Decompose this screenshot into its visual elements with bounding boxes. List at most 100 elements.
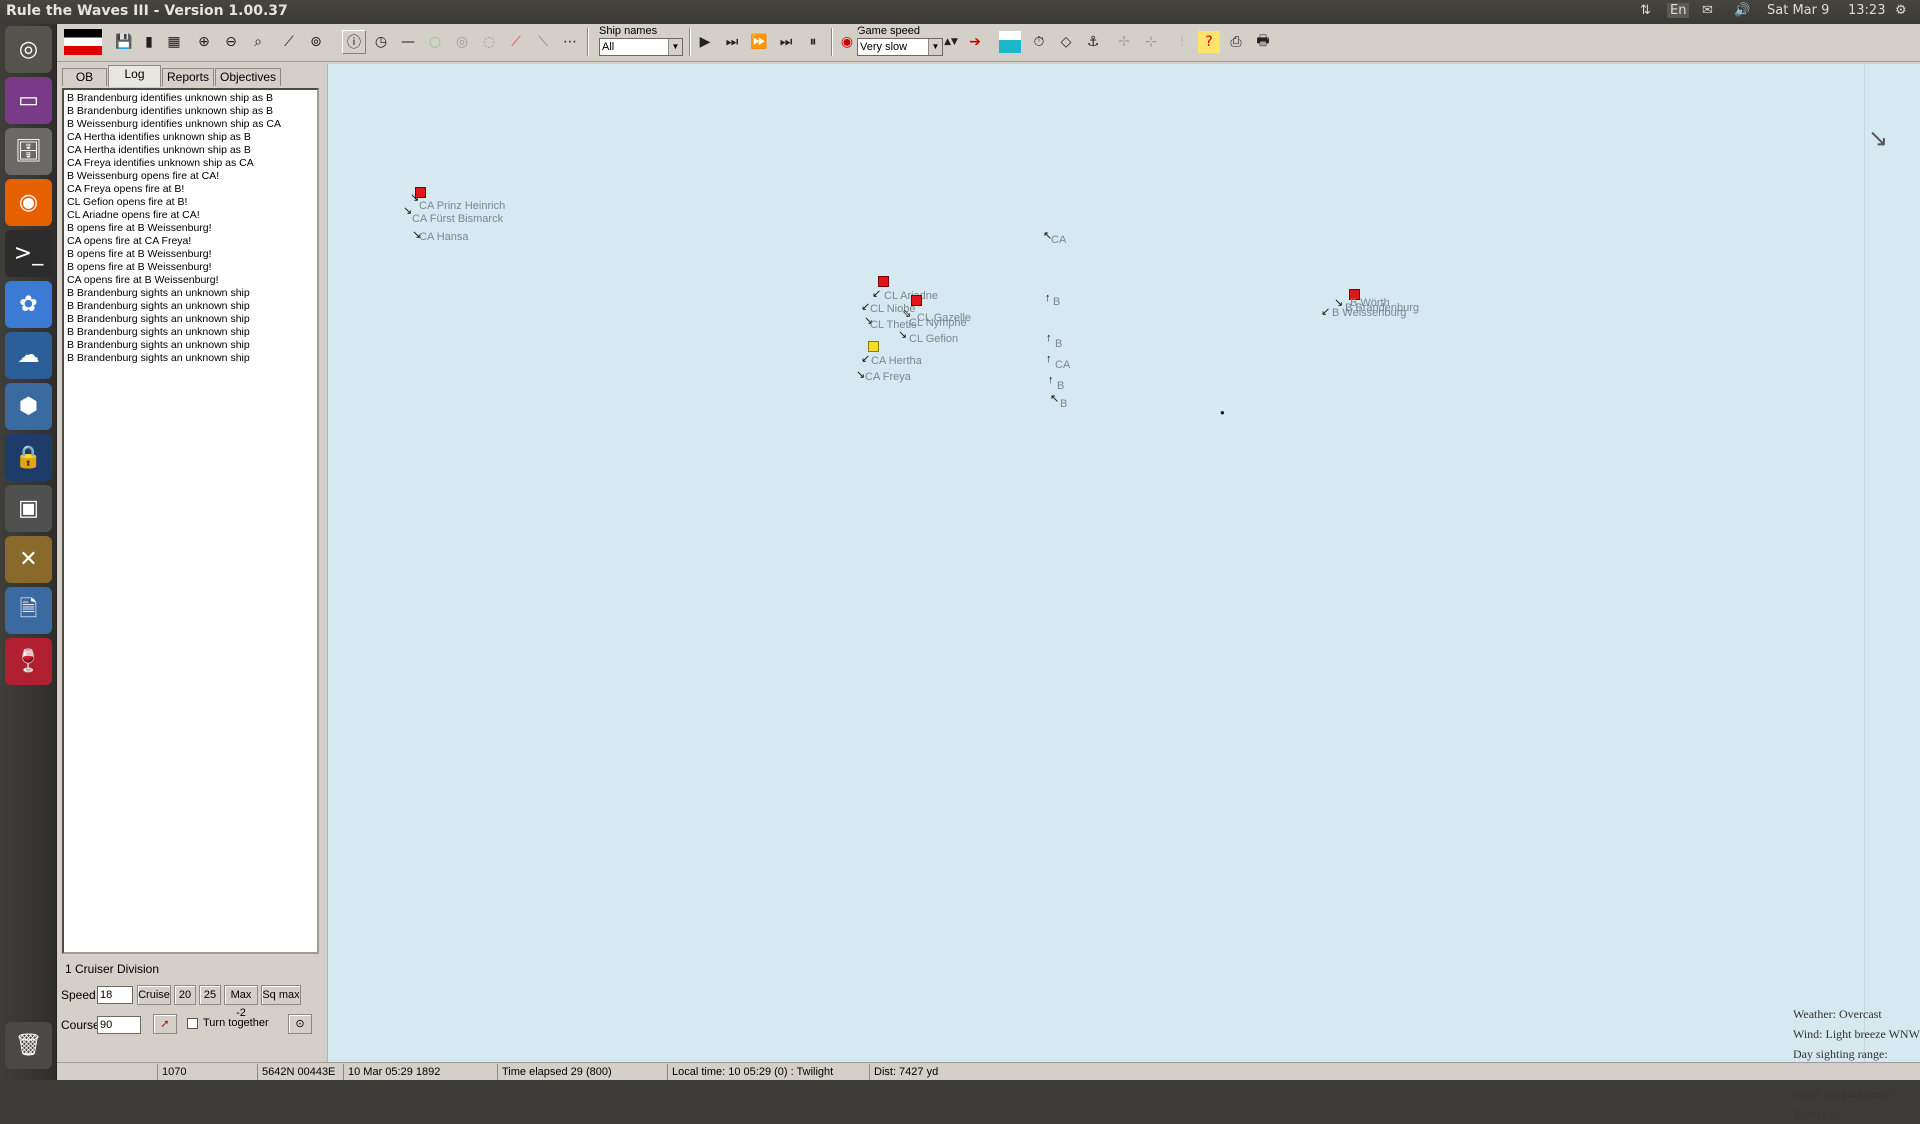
- launcher-dock: ◎ ▭ 🗄 ◉ >_ ✿ ☁ ⬢ 🔒 ▣ ✕ 🗎 🍷 🗑: [0, 24, 57, 1080]
- notebook-icon[interactable]: ▮: [137, 30, 161, 54]
- green-circle-icon[interactable]: ○: [423, 30, 447, 54]
- speed-25-button[interactable]: 25: [199, 985, 221, 1005]
- tab-log[interactable]: Log: [108, 65, 161, 87]
- ship-names-select[interactable]: All ▼: [599, 38, 683, 56]
- zoom-out-icon[interactable]: ⊖: [219, 30, 243, 54]
- step-icon[interactable]: ⏭: [720, 30, 744, 54]
- trash-icon[interactable]: 🗑: [5, 1022, 52, 1069]
- line-icon[interactable]: —: [396, 30, 420, 54]
- ship-label[interactable]: CA Hansa: [419, 231, 469, 243]
- sq-max-button[interactable]: Sq max: [261, 985, 301, 1005]
- course-label: Course: [61, 1018, 100, 1032]
- ship-label[interactable]: CA Hertha: [871, 355, 922, 367]
- grey-line-icon[interactable]: ⟍: [531, 30, 555, 54]
- app-pinwheel-icon[interactable]: ✿: [5, 281, 52, 328]
- red-line-icon[interactable]: ⟋: [504, 30, 528, 54]
- toolbar: 💾 ▮ ▦ ⊕ ⊖ ⌕ ⟋ ⊚ ⓘ ◷ — ○ ◎ ◌ ⟋ ⟍ ⋯ Ship n…: [57, 24, 1920, 62]
- ship-label[interactable]: CA: [1055, 359, 1070, 371]
- turn-together-checkbox[interactable]: [187, 1018, 198, 1029]
- fast-forward-icon[interactable]: ⏭: [774, 30, 798, 54]
- dosbox-icon[interactable]: ✕: [5, 536, 52, 583]
- ship-label[interactable]: CA Prinz Heinrich: [419, 200, 505, 212]
- range-circle-icon[interactable]: ⓘ: [342, 30, 366, 54]
- target-circle-icon[interactable]: ◌: [477, 30, 501, 54]
- help-icon[interactable]: ?: [1197, 30, 1221, 54]
- tab-objectives[interactable]: Objectives: [215, 68, 281, 86]
- clock-range-icon[interactable]: ◷: [369, 30, 393, 54]
- dash-icon[interactable]: ◎: [5, 26, 52, 73]
- zoom-in-icon[interactable]: ⊕: [192, 30, 216, 54]
- network-icon[interactable]: ⇅: [1640, 3, 1651, 18]
- log-entry: B Brandenburg sights an unknown ship: [67, 313, 250, 325]
- game-speed-select[interactable]: Very slow ▼: [857, 38, 943, 56]
- steam-icon[interactable]: ☁: [5, 332, 52, 379]
- ship-label[interactable]: CA: [1051, 234, 1066, 246]
- speed-20-button[interactable]: 20: [174, 985, 196, 1005]
- printer-icon[interactable]: 🖶: [1251, 30, 1275, 54]
- ship-label[interactable]: CL Gefion: [909, 333, 958, 345]
- left-panel: OB Log Reports Objectives B Brandenburg …: [57, 62, 323, 1062]
- zoom-fit-icon[interactable]: ⌕: [246, 30, 270, 54]
- ship-label[interactable]: B: [1053, 296, 1060, 308]
- division-icon[interactable]: ⊹: [1139, 30, 1163, 54]
- cruise-button[interactable]: Cruise: [137, 985, 171, 1005]
- red-arrow-icon[interactable]: ➔: [963, 30, 987, 54]
- flagship-marker: [878, 276, 889, 287]
- battle-map[interactable]: ↘ CA Prinz Heinrich ↘ CA Fürst Bismarck …: [327, 64, 1920, 1062]
- document-viewer-icon[interactable]: 🗎: [5, 587, 52, 634]
- save-icon[interactable]: 💾: [112, 30, 136, 54]
- volume-icon[interactable]: 🔊: [1734, 3, 1750, 18]
- screenshot-icon[interactable]: ⎙: [1224, 30, 1248, 54]
- firefox-icon[interactable]: ◉: [5, 179, 52, 226]
- window-icon[interactable]: ▣: [5, 485, 52, 532]
- binoculars-icon[interactable]: ⊚: [304, 30, 328, 54]
- virtualbox-icon[interactable]: ⬢: [5, 383, 52, 430]
- ship-label[interactable]: CL Nymphe: [909, 317, 967, 329]
- wind-text: Wind: Light breeze WNW: [1793, 1027, 1920, 1041]
- settings-gear-icon[interactable]: ⚙: [1895, 3, 1907, 18]
- clock-time[interactable]: 13:23: [1848, 3, 1885, 18]
- ship-label[interactable]: CA Freya: [865, 371, 911, 383]
- ruler-icon[interactable]: ⟋: [277, 30, 301, 54]
- terminal-icon[interactable]: >_: [5, 230, 52, 277]
- clock-date[interactable]: Sat Mar 9: [1767, 3, 1829, 18]
- anchor-icon[interactable]: ⚓: [1081, 30, 1105, 54]
- next-turn-icon[interactable]: ⏩: [747, 30, 771, 54]
- files-icon[interactable]: 🗄: [5, 128, 52, 175]
- sea-view-icon[interactable]: [998, 30, 1022, 54]
- ship-label[interactable]: B Weissenburg: [1332, 307, 1406, 319]
- course-input[interactable]: 90: [97, 1016, 141, 1034]
- german-flag-icon[interactable]: [63, 28, 103, 56]
- grey-circle-icon[interactable]: ◎: [450, 30, 474, 54]
- options-icon[interactable]: ⊙: [288, 1014, 312, 1034]
- ship-label[interactable]: CA Fürst Bismarck: [412, 213, 503, 225]
- pause-icon[interactable]: ⏸: [801, 30, 825, 54]
- status-distance: Dist: 7427 yd: [869, 1064, 989, 1080]
- mail-icon[interactable]: ✉: [1702, 3, 1713, 18]
- tab-ob[interactable]: OB: [62, 68, 107, 86]
- play-icon[interactable]: ▶: [693, 30, 717, 54]
- log-entry: B Brandenburg sights an unknown ship: [67, 339, 250, 351]
- lock-icon[interactable]: 🔒: [5, 434, 52, 481]
- eraser-icon[interactable]: ◇: [1054, 30, 1078, 54]
- status-bar: 1070 5642N 00443E 10 Mar 05:29 1892 Time…: [57, 1062, 1920, 1080]
- formation-icon[interactable]: ✢: [1112, 30, 1136, 54]
- workspace-icon[interactable]: ▭: [5, 77, 52, 124]
- max-minus-2-button[interactable]: Max -2: [224, 985, 258, 1019]
- keyboard-language[interactable]: En: [1667, 3, 1690, 18]
- ship-label[interactable]: B: [1055, 338, 1062, 350]
- log-list[interactable]: B Brandenburg identifies unknown ship as…: [62, 88, 319, 954]
- speed-spinner-icon[interactable]: ▲▼: [943, 30, 959, 54]
- course-arrow-icon[interactable]: ➚: [153, 1014, 177, 1034]
- speed-value: 18: [100, 989, 113, 1001]
- map-grid-icon[interactable]: ▦: [162, 30, 186, 54]
- disabled-icon[interactable]: !: [1170, 30, 1194, 54]
- dotted-line-icon[interactable]: ⋯: [558, 30, 582, 54]
- speed-input[interactable]: 18: [97, 986, 133, 1004]
- ship-label[interactable]: B: [1057, 380, 1064, 392]
- target-icon[interactable]: ◉: [835, 30, 859, 54]
- tab-reports[interactable]: Reports: [162, 68, 214, 86]
- stopwatch-icon[interactable]: ⏱: [1027, 30, 1051, 54]
- wine-icon[interactable]: 🍷: [5, 638, 52, 685]
- ship-label[interactable]: B: [1060, 398, 1067, 410]
